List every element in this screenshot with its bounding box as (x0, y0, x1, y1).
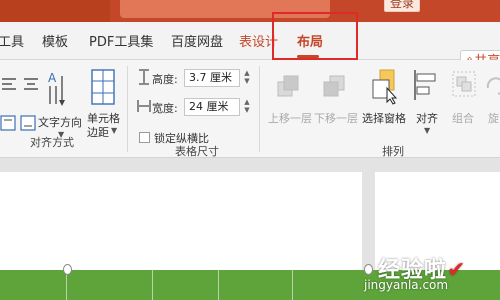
tab-baidu-netdisk[interactable]: 百度网盘 (171, 31, 223, 50)
align-objects-dropdown-icon[interactable]: ▼ (424, 126, 430, 135)
text-direction-label[interactable]: 文字方向 (38, 114, 82, 130)
checkmark-icon: ✔ (447, 258, 467, 283)
align-center-icon[interactable] (22, 76, 42, 92)
login-button[interactable]: 登录 (384, 0, 420, 12)
ribbon-panel: A 文字方向 ▼ 单元格 边距 ▼ 对齐方式 高度: 3.7 厘米 ▲ ▼ 宽度:… (0, 60, 500, 158)
cell-margins-label-line2[interactable]: 边距 (87, 124, 109, 140)
rotate-icon[interactable] (484, 68, 500, 102)
tab-templates[interactable]: 模板 (42, 31, 68, 50)
group-objects-label[interactable]: 组合 (452, 110, 474, 126)
layout-tab-highlight-box (272, 12, 358, 60)
group-separator (127, 66, 128, 152)
align-top-icon[interactable] (0, 114, 18, 132)
resize-handle[interactable] (63, 264, 72, 275)
align-group-label: 对齐方式 (30, 136, 74, 149)
size-group-label: 表格尺寸 (175, 145, 219, 158)
align-objects-icon[interactable] (412, 68, 442, 102)
bring-forward-icon[interactable] (276, 72, 302, 100)
height-icon (139, 69, 149, 85)
bring-forward-label[interactable]: 上移一层 (268, 110, 312, 126)
width-label: 宽度: (152, 102, 178, 115)
tab-tools[interactable]: 工具 (0, 31, 24, 50)
rotate-label[interactable]: 旋 (488, 110, 499, 126)
table-column-border (218, 270, 219, 300)
arrange-group-label: 排列 (382, 145, 404, 158)
align-bottom-icon[interactable] (20, 114, 38, 132)
tab-pdf-tools[interactable]: PDF工具集 (89, 31, 153, 50)
group-objects-icon[interactable] (450, 68, 478, 102)
title-bar: 登录 (0, 0, 500, 22)
watermark-url: jingyanla.com (364, 278, 449, 292)
height-input[interactable]: 3.7 厘米 (184, 69, 240, 87)
align-left-icon[interactable] (0, 76, 20, 92)
powerpoint-window: 登录 工具 模板 PDF工具集 百度网盘 表设计 布局 ⇪共享 A (0, 0, 500, 300)
width-icon (137, 100, 151, 112)
table-column-border (152, 270, 153, 300)
resize-handle[interactable] (364, 264, 373, 275)
align-objects-label[interactable]: 对齐 (416, 110, 438, 126)
group-separator (259, 66, 260, 152)
send-backward-label[interactable]: 下移一层 (314, 110, 358, 126)
cell-margins-dropdown-icon[interactable]: ▼ (111, 126, 117, 135)
selection-pane-icon[interactable] (370, 66, 400, 106)
table-column-border (292, 270, 293, 300)
selection-pane-label[interactable]: 选择窗格 (362, 110, 406, 126)
title-bar-left (0, 0, 110, 22)
lock-aspect-ratio-checkbox[interactable] (139, 132, 150, 143)
text-direction-icon[interactable]: A (44, 68, 78, 108)
width-stepper-icon[interactable]: ▲ ▼ (242, 98, 252, 116)
cell-margins-icon[interactable] (90, 68, 116, 108)
send-backward-icon[interactable] (322, 72, 348, 100)
height-label: 高度: (152, 73, 178, 86)
height-stepper-icon[interactable]: ▲ ▼ (242, 69, 252, 87)
width-input[interactable]: 24 厘米 (184, 98, 240, 116)
ribbon-tab-bar: 工具 模板 PDF工具集 百度网盘 表设计 布局 ⇪共享 (0, 22, 500, 74)
svg-text:A: A (48, 71, 57, 85)
